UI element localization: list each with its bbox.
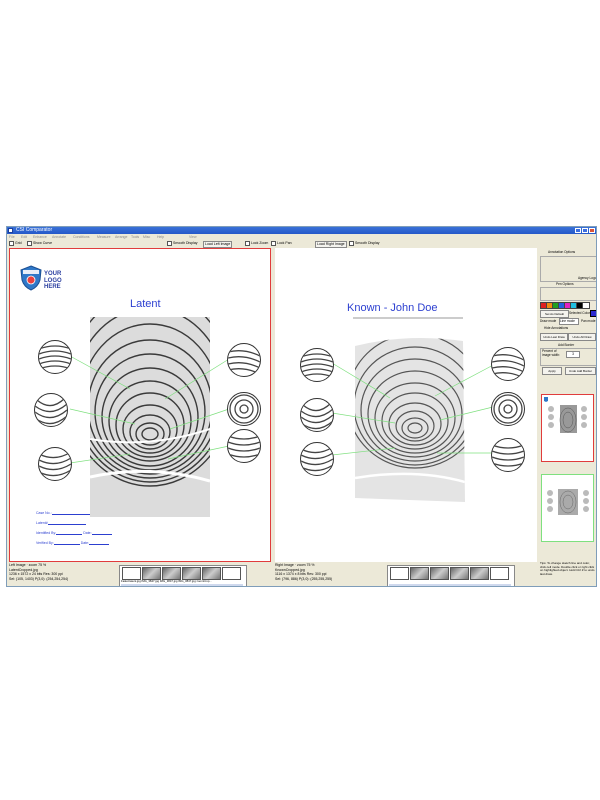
date1-line bbox=[91, 531, 112, 535]
known-detail-circle-4 bbox=[491, 347, 525, 381]
smooth-display-right-box[interactable] bbox=[349, 240, 354, 246]
draw-mode-label: Draw mode bbox=[540, 319, 557, 323]
right-thumb-5[interactable] bbox=[470, 567, 489, 580]
latent-detail-circle-3 bbox=[38, 447, 72, 481]
lock-zoom-box[interactable] bbox=[245, 240, 250, 246]
identified-by-row: Identified By: Date: bbox=[36, 531, 112, 535]
close-button[interactable] bbox=[589, 228, 595, 233]
left-thumbnail-strip[interactable]: Failed.latent.jpg IMG_3847.jpg IMG_3847.… bbox=[119, 565, 247, 586]
smooth-display-left-box[interactable] bbox=[167, 240, 172, 246]
annotation-options-label: Annotation Options bbox=[548, 250, 576, 254]
latent-number-row: Latent# bbox=[36, 521, 86, 525]
pan-mode-label[interactable]: Pan mode bbox=[581, 319, 596, 323]
verified-by-label: Verified By: bbox=[36, 541, 54, 545]
window-title: CSI Comparator bbox=[16, 227, 53, 233]
title-bar: CSI Comparator bbox=[7, 227, 596, 234]
date1-label: Date: bbox=[83, 531, 92, 535]
right-strip-scrollbar[interactable] bbox=[389, 584, 511, 586]
hide-annotations-checkbox[interactable]: Hide Annotations bbox=[544, 326, 568, 330]
selected-color-swatch[interactable] bbox=[590, 310, 596, 317]
minimize-button[interactable] bbox=[575, 228, 581, 233]
smooth-display-right-label: Smooth Display bbox=[355, 241, 380, 245]
lock-pan-label: Lock Pan bbox=[277, 241, 292, 245]
undo-all-draw-button[interactable]: Undo All Draw bbox=[568, 333, 596, 341]
show-curve-label: Show Curve bbox=[33, 241, 53, 245]
grid-checkbox[interactable]: Grid bbox=[9, 240, 22, 247]
maximize-button[interactable] bbox=[582, 228, 588, 233]
case-no-line bbox=[51, 511, 90, 515]
case-no-row: Case No.: bbox=[36, 511, 90, 515]
known-detail-circle-3 bbox=[300, 442, 334, 476]
case-no-label: Case No.: bbox=[36, 511, 52, 515]
grid-checkbox-box[interactable] bbox=[9, 240, 14, 246]
latent-number-line bbox=[47, 521, 86, 525]
undo-add-border-button[interactable]: Undo Add Border bbox=[565, 367, 596, 375]
color-swatch-white[interactable] bbox=[582, 302, 590, 309]
tips-text: Tips: To change sketch line and color, c… bbox=[540, 561, 595, 576]
left-strip-scrollbar[interactable] bbox=[121, 584, 243, 586]
grid-label: Grid bbox=[15, 241, 22, 245]
show-curve-checkbox[interactable]: Show Curve bbox=[27, 240, 52, 247]
app-icon bbox=[8, 228, 13, 233]
smooth-display-right-checkbox[interactable]: Smooth Display bbox=[349, 240, 380, 247]
show-curve-box[interactable] bbox=[27, 240, 32, 246]
right-preview-thumbnail[interactable] bbox=[541, 474, 594, 542]
app-window: CSI Comparator File Edit Enhance Annotat… bbox=[6, 226, 597, 587]
lock-pan-box[interactable] bbox=[271, 240, 276, 246]
latent-detail-circle-6 bbox=[227, 429, 261, 463]
date2-line bbox=[89, 541, 110, 545]
left-thumb-6[interactable] bbox=[222, 567, 241, 580]
verified-by-line bbox=[53, 541, 80, 545]
right-thumb-3[interactable] bbox=[430, 567, 449, 580]
right-thumb-1[interactable] bbox=[390, 567, 409, 580]
identified-by-label: Identified By: bbox=[36, 531, 57, 535]
latent-number-label: Latent# bbox=[36, 521, 48, 525]
pen-options-group bbox=[540, 287, 596, 301]
known-detail-circle-5 bbox=[491, 392, 525, 426]
toolbar: Grid Show Curve Smooth Display Load Left… bbox=[7, 240, 596, 248]
selected-color-label: Selected Color bbox=[569, 311, 590, 315]
undo-last-draw-button[interactable]: Undo Last Draw bbox=[540, 333, 568, 341]
set-as-default-button[interactable]: Set As Default bbox=[540, 310, 569, 318]
bottom-bar: Left Image · zoom 75 % LatentCropped.jpg… bbox=[7, 563, 537, 586]
lock-pan-checkbox[interactable]: Lock Pan bbox=[271, 240, 292, 247]
left-thumb-names: Failed.latent.jpg IMG_3847.jpg IMG_3847.… bbox=[121, 579, 212, 583]
identified-by-line bbox=[56, 531, 83, 535]
right-status-line4: Sel: (796, 886) P(3,0): (255,255,255) bbox=[275, 576, 333, 581]
add-border-label: Add Border bbox=[558, 343, 575, 347]
right-thumb-6[interactable] bbox=[490, 567, 509, 580]
right-thumb-2[interactable] bbox=[410, 567, 429, 580]
right-preview-image bbox=[547, 489, 589, 515]
left-preview-image bbox=[544, 397, 587, 433]
left-preview-thumbnail[interactable] bbox=[541, 394, 594, 462]
right-thumbnail-strip[interactable] bbox=[387, 565, 515, 586]
right-status: Right Image · zoom 75 % KnownCropped.jpg… bbox=[275, 563, 405, 581]
known-detail-circle-2 bbox=[300, 398, 334, 432]
percent-width-label: Percent of image width: bbox=[542, 349, 560, 357]
date2-label: Date: bbox=[80, 541, 90, 545]
known-detail-circle-1 bbox=[300, 348, 334, 382]
lock-zoom-label: Lock Zoom bbox=[251, 241, 269, 245]
right-image-panel[interactable]: Known - John Doe bbox=[275, 248, 537, 562]
latent-detail-circle-5 bbox=[227, 392, 261, 426]
percent-width-input[interactable]: 3 bbox=[566, 351, 580, 358]
right-thumb-4[interactable] bbox=[450, 567, 469, 580]
load-right-image-button[interactable]: Load Right Image bbox=[315, 241, 347, 248]
annotation-side-panel: Annotation Options Agency Logo Pen Optio… bbox=[538, 248, 597, 586]
verified-by-row: Verified By: Date: bbox=[36, 541, 110, 545]
draw-mode-select[interactable]: Line mode bbox=[559, 318, 579, 325]
draw-mode-option[interactable]: Draw mode bbox=[540, 319, 556, 323]
agency-logo-label: Agency Logo bbox=[578, 276, 597, 280]
known-detail-circle-6 bbox=[491, 438, 525, 472]
smooth-display-left-label: Smooth Display bbox=[173, 241, 198, 245]
apply-button[interactable]: Apply bbox=[542, 367, 562, 375]
latent-detail-circle-4 bbox=[227, 343, 261, 377]
load-left-image-button[interactable]: Load Left Image bbox=[203, 241, 233, 248]
latent-detail-circle-1 bbox=[38, 340, 72, 374]
smooth-display-left-checkbox[interactable]: Smooth Display bbox=[167, 240, 198, 247]
left-image-panel[interactable]: YOUR LOGO HERE Latent Case No.: Latent# … bbox=[9, 248, 271, 562]
pen-options-label: Pen Options bbox=[556, 282, 574, 286]
latent-detail-circle-2 bbox=[34, 393, 68, 427]
lock-zoom-checkbox[interactable]: Lock Zoom bbox=[245, 240, 268, 247]
